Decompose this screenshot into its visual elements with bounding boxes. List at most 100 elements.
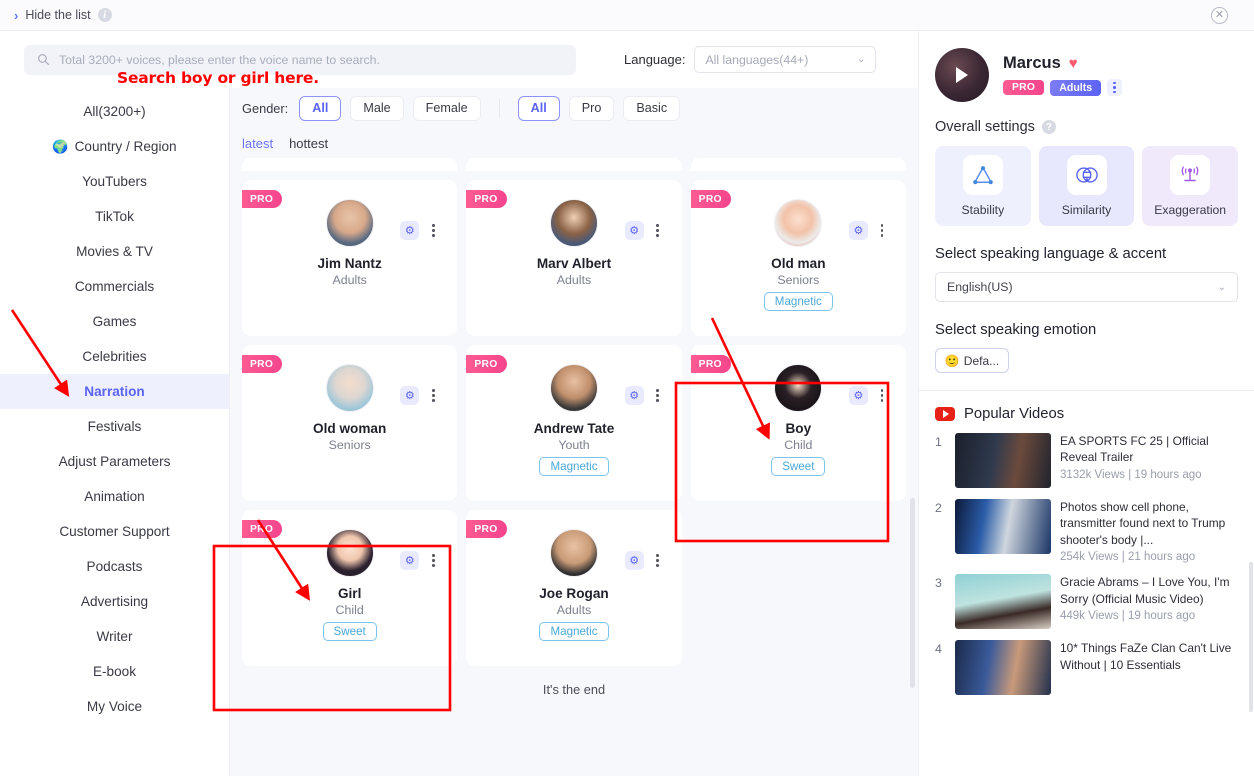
sidebar-item-country-region[interactable]: 🌍 Country / Region (0, 129, 229, 164)
sidebar-item-customer-support[interactable]: Customer Support (0, 514, 229, 549)
sort-latest[interactable]: latest (242, 136, 273, 151)
sidebar-item-label: E-book (92, 664, 137, 679)
sidebar-item-narration[interactable]: Narration (0, 374, 229, 409)
video-stats: 3132k Views | 19 hours ago (1060, 468, 1202, 481)
video-thumbnail[interactable] (955, 433, 1051, 488)
video-rank: 4 (935, 642, 942, 657)
gear-icon[interactable]: ⚙ (848, 386, 868, 405)
gear-icon[interactable]: ⚙ (848, 221, 868, 240)
tier-filter-basic[interactable]: Basic (623, 95, 681, 121)
video-thumbnail[interactable] (955, 574, 1051, 630)
sidebar-item-games[interactable]: Games (0, 304, 229, 339)
gear-icon[interactable]: ⚙ (400, 221, 420, 240)
voice-card[interactable]: PRO ⚙ Marv Albert Adults (466, 180, 682, 336)
gear-icon[interactable]: ⚙ (400, 386, 420, 405)
setting-label: Exaggeration (1154, 203, 1227, 217)
voice-card[interactable]: PRO ⚙ Old man Seniors Magnetic (690, 180, 906, 336)
sidebar-item-label: Podcasts (86, 559, 143, 574)
tier-filter-pro[interactable]: Pro (568, 95, 615, 121)
more-menu-icon[interactable] (426, 221, 440, 240)
video-rank: 3 (935, 576, 942, 591)
gender-filter-all[interactable]: All (299, 95, 342, 121)
voice-card-name: Old woman (313, 421, 387, 436)
voice-card-tag: Sweet (322, 622, 377, 641)
help-icon[interactable]: ? (1041, 120, 1056, 134)
voice-name: Marcus (1003, 54, 1061, 72)
voice-card[interactable]: PRO ⚙ Girl Child Sweet (242, 510, 458, 666)
sidebar-item-youtubers[interactable]: YouTubers (0, 164, 229, 199)
voice-more-menu-icon[interactable] (1107, 79, 1123, 96)
setting-card-stability[interactable]: Stability (935, 146, 1031, 226)
language-select[interactable]: All languages(44+) ⌄ (694, 46, 877, 73)
search-row: Total 3200+ voices, please enter the voi… (0, 31, 918, 88)
tier-filter-all[interactable]: All (517, 95, 560, 121)
video-thumbnail[interactable] (955, 640, 1051, 696)
sidebar-item-festivals[interactable]: Festivals (0, 409, 229, 444)
setting-card-exaggeration[interactable]: Exaggeration (1142, 146, 1239, 226)
video-list-item[interactable]: 2 Photos show cell phone, transmitter fou… (935, 499, 1240, 563)
sidebar-item-label: All(3200+) (83, 104, 146, 119)
setting-card-similarity[interactable]: Similarity (1038, 146, 1135, 226)
sidebar-item-podcasts[interactable]: Podcasts (0, 549, 229, 584)
sort-hottest[interactable]: hottest (289, 136, 328, 151)
more-menu-icon[interactable] (875, 221, 889, 240)
emotion-select-button[interactable]: 🙂 Defa... (935, 348, 1009, 373)
sidebar-item-celebrities[interactable]: Celebrities (0, 339, 229, 374)
video-list-item[interactable]: 3 Gracie Abrams – I Love You, I'm Sorry (… (935, 574, 1240, 630)
voice-card[interactable]: PRO ⚙ Old woman Seniors (242, 345, 458, 501)
sidebar-item-commercials[interactable]: Commercials (0, 269, 229, 304)
right-panel-scrollbar[interactable] (1249, 562, 1253, 712)
video-title: 10* Things FaZe Clan Can't Live Without … (1060, 641, 1232, 672)
sidebar-item-writer[interactable]: Writer (0, 619, 229, 654)
grid-scroll-area[interactable]: PRO ⚙ Jim Nantz Adults PRO ⚙ Marv Albert Adults… (230, 158, 918, 776)
voice-card-name: Old man (771, 256, 826, 271)
video-rank: 1 (935, 435, 942, 449)
sidebar-item-animation[interactable]: Animation (0, 479, 229, 514)
info-icon[interactable]: i (97, 8, 112, 22)
sidebar-item-my-voice[interactable]: My Voice (0, 689, 229, 724)
sidebar-item-e-book[interactable]: E-book (0, 654, 229, 689)
speaking-language-select[interactable]: English(US) ⌄ (935, 272, 1238, 302)
sidebar-item-label: Country / Region (74, 139, 177, 154)
hide-list-label[interactable]: Hide the list (25, 8, 90, 22)
gear-icon[interactable]: ⚙ (624, 386, 644, 405)
voice-card[interactable]: PRO ⚙ Jim Nantz Adults (242, 180, 458, 336)
gear-icon[interactable]: ⚙ (624, 221, 644, 240)
voice-identity: Marcus ♥ PRO Adults (1003, 54, 1123, 96)
more-menu-icon[interactable] (651, 386, 665, 405)
more-menu-icon[interactable] (426, 386, 440, 405)
sidebar-item-label: Festivals (87, 419, 142, 434)
pro-badge: PRO (690, 190, 731, 208)
overall-settings-title-row: Overall settings ? (935, 119, 1238, 135)
gender-filter-male[interactable]: Male (350, 95, 404, 121)
sidebar-item-all-3200[interactable]: All(3200+) (0, 94, 229, 129)
more-menu-icon[interactable] (426, 551, 440, 570)
expand-chevron-icon[interactable]: › (14, 9, 18, 22)
video-list-item[interactable]: 4 10* Things FaZe Clan Can't Live Without… (935, 640, 1240, 696)
gear-icon[interactable]: ⚙ (624, 551, 644, 570)
emotion-emoji-icon: 🙂 (944, 353, 960, 368)
pro-badge: PRO (690, 355, 731, 373)
voice-card-category: Adults (332, 273, 367, 287)
voice-card[interactable]: PRO ⚙ Joe Rogan Adults Magnetic (466, 510, 682, 666)
more-menu-icon[interactable] (651, 551, 665, 570)
grid-scrollbar[interactable] (910, 498, 915, 688)
settings-cards: Stability Similarity Exaggeration (919, 135, 1254, 226)
more-menu-icon[interactable] (651, 221, 665, 240)
sidebar-item-tiktok[interactable]: TikTok (0, 199, 229, 234)
voice-card[interactable]: PRO ⚙ Boy Child Sweet (690, 345, 906, 501)
heart-icon[interactable]: ♥ (1069, 55, 1078, 72)
video-thumbnail[interactable] (955, 499, 1051, 554)
pro-badge: PRO (466, 190, 507, 208)
sidebar-item-label: Adjust Parameters (58, 454, 171, 469)
voice-card[interactable]: PRO ⚙ Andrew Tate Youth Magnetic (466, 345, 682, 501)
sidebar-item-advertising[interactable]: Advertising (0, 584, 229, 619)
gear-icon[interactable]: ⚙ (400, 551, 420, 570)
sidebar-item-adjust-parameters[interactable]: Adjust Parameters (0, 444, 229, 479)
gender-filter-female[interactable]: Female (412, 95, 481, 121)
video-list-item[interactable]: 1 EA SPORTS FC 25 | Official Reveal Trail… (935, 433, 1240, 488)
close-icon[interactable]: ✕ (1211, 7, 1228, 24)
more-menu-icon[interactable] (875, 386, 889, 405)
sidebar-item-movies-tv[interactable]: Movies & TV (0, 234, 229, 269)
voice-avatar[interactable] (935, 48, 989, 102)
